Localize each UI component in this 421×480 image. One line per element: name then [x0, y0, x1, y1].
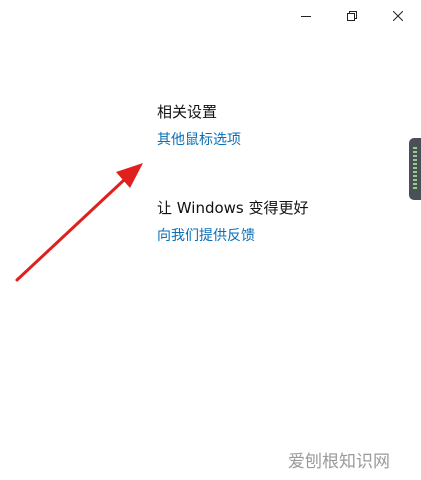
give-feedback-link[interactable]: 向我们提供反馈 — [157, 226, 309, 246]
close-icon — [393, 11, 403, 21]
close-button[interactable] — [375, 0, 421, 32]
widget-grip-icon — [413, 147, 417, 191]
feedback-section: 让 Windows 变得更好 向我们提供反馈 — [157, 198, 309, 246]
related-settings-section: 相关设置 其他鼠标选项 — [157, 102, 241, 150]
minimize-button[interactable] — [283, 0, 329, 32]
side-scroll-widget[interactable] — [409, 138, 421, 200]
restore-icon — [347, 11, 357, 21]
related-settings-title: 相关设置 — [157, 103, 218, 121]
minimize-icon — [301, 16, 311, 17]
additional-mouse-options-link[interactable]: 其他鼠标选项 — [157, 130, 241, 150]
watermark: 爱刨根知识网 — [288, 452, 390, 472]
restore-button[interactable] — [329, 0, 375, 32]
window-caption-buttons — [283, 0, 421, 32]
feedback-section-title: 让 Windows 变得更好 — [157, 199, 309, 217]
